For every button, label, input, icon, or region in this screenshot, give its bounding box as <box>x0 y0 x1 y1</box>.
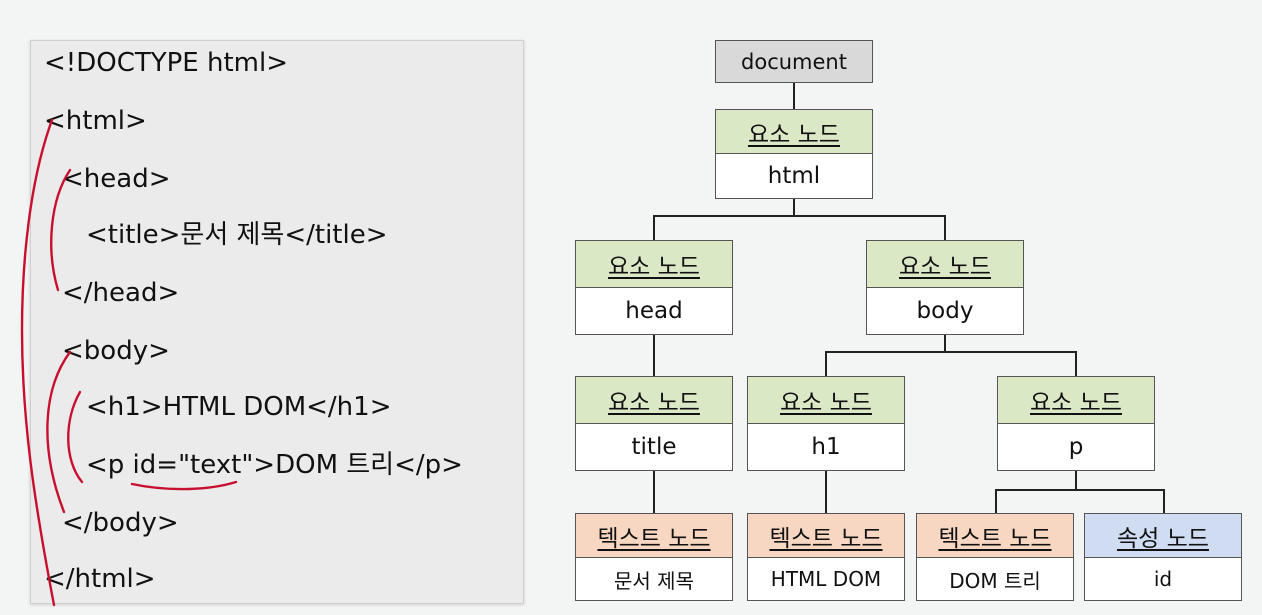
title-text-node-type: 텍스트 노드 <box>575 513 733 558</box>
p-text-node-type: 텍스트 노드 <box>916 513 1074 558</box>
body-node-type: 요소 노드 <box>866 240 1024 288</box>
code-head-close: </head> <box>62 278 180 308</box>
connector <box>995 489 997 515</box>
connector <box>825 351 827 377</box>
connector <box>653 215 655 241</box>
connector <box>793 198 795 216</box>
h1-text-node-value: HTML DOM <box>747 558 905 601</box>
code-title: <title>문서 제목</title> <box>86 220 388 250</box>
p-node-type: 요소 노드 <box>997 376 1155 424</box>
connector <box>825 470 827 514</box>
connector <box>1075 351 1077 377</box>
title-node-name: title <box>575 424 733 471</box>
connector <box>793 82 795 110</box>
id-attr-node-type: 속성 노드 <box>1084 513 1242 558</box>
p-text-node-value: DOM 트리 <box>916 558 1074 601</box>
code-p: <p id="text">DOM 트리</p> <box>86 450 463 480</box>
h1-node-name: h1 <box>747 424 905 471</box>
h1-node-type: 요소 노드 <box>747 376 905 424</box>
code-body-open: <body> <box>62 336 170 366</box>
p-node-name: p <box>997 424 1155 471</box>
connector <box>995 489 1165 491</box>
code-h1: <h1>HTML DOM</h1> <box>86 392 392 422</box>
code-body-close: </body> <box>62 508 179 538</box>
id-attr-node-value: id <box>1084 558 1242 601</box>
h1-text-node-type: 텍스트 노드 <box>747 513 905 558</box>
connector <box>653 215 945 217</box>
connector <box>653 470 655 514</box>
title-node-type: 요소 노드 <box>575 376 733 424</box>
connector <box>653 334 655 376</box>
code-html-close: </html> <box>44 564 156 594</box>
body-node-name: body <box>866 288 1024 335</box>
html-node-name: html <box>715 154 873 199</box>
title-text-node-value: 문서 제목 <box>575 558 733 601</box>
connector <box>944 334 946 352</box>
html-node-type: 요소 노드 <box>715 109 873 154</box>
document-node: document <box>715 40 873 83</box>
head-node-type: 요소 노드 <box>575 240 733 288</box>
connector <box>1163 489 1165 515</box>
connector <box>1075 470 1077 490</box>
code-doctype: <!DOCTYPE html> <box>44 48 288 78</box>
code-head-open: <head> <box>62 164 171 194</box>
head-node-name: head <box>575 288 733 335</box>
code-html-open: <html> <box>44 106 147 136</box>
connector <box>944 215 946 241</box>
connector <box>825 351 1077 353</box>
